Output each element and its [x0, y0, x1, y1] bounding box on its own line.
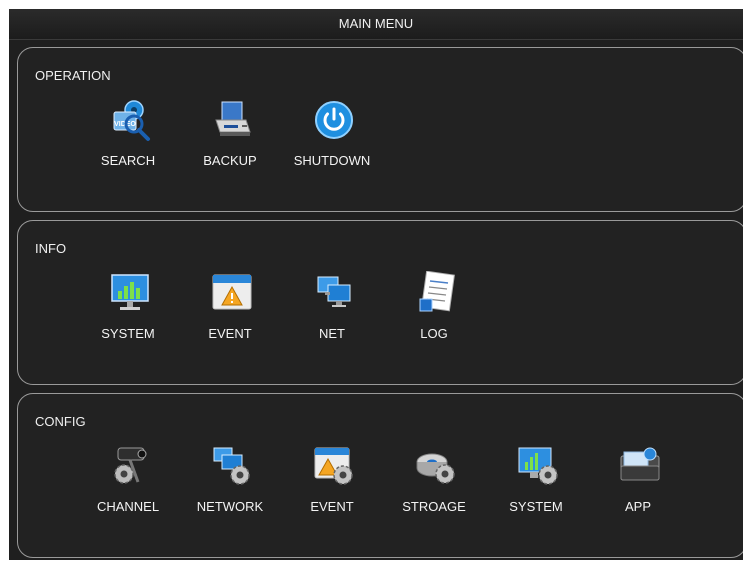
operation-panel-title: OPERATION: [35, 68, 111, 83]
config-panel-title: CONFIG: [35, 414, 86, 429]
network-gear-icon: [210, 444, 254, 488]
config-app-button[interactable]: APP: [588, 444, 688, 522]
power-icon: [312, 98, 356, 142]
config-storage-label: STROAGE: [402, 499, 466, 514]
camera-gear-icon: [108, 444, 152, 488]
shutdown-button[interactable]: SHUTDOWN: [282, 98, 382, 176]
search-label: SEARCH: [100, 153, 156, 168]
info-panel: INFO SYSTEM EVENT NET LOG: [17, 220, 743, 385]
config-channel-button[interactable]: CHANNEL: [78, 444, 178, 522]
operation-panel: OPERATION VIDEO SEARCH BACKUP SHUTDOWN: [17, 47, 743, 212]
config-storage-button[interactable]: STROAGE: [384, 444, 484, 522]
app-folder-icon: [618, 444, 662, 488]
video-search-icon: VIDEO: [108, 98, 152, 142]
info-log-button[interactable]: LOG: [384, 271, 484, 349]
search-button[interactable]: VIDEO SEARCH: [78, 98, 178, 176]
config-system-label: SYSTEM: [509, 499, 563, 514]
config-event-label: EVENT: [310, 499, 354, 514]
event-gear-icon: [312, 444, 356, 488]
config-network-button[interactable]: NETWORK: [180, 444, 280, 522]
config-panel: CONFIG CHANNEL NETWORK EVENT STROAGE SYS…: [17, 393, 743, 558]
network-monitors-icon: [312, 271, 356, 315]
backup-button[interactable]: BACKUP: [180, 98, 280, 176]
shutdown-label: SHUTDOWN: [293, 153, 371, 168]
info-log-label: LOG: [420, 326, 448, 341]
backup-label: BACKUP: [203, 153, 257, 168]
backup-drive-icon: [210, 98, 254, 142]
config-event-button[interactable]: EVENT: [282, 444, 382, 522]
storage-gear-icon: [414, 444, 458, 488]
config-app-label: APP: [624, 499, 651, 514]
config-network-label: NETWORK: [196, 499, 264, 514]
title-bar: MAIN MENU: [9, 9, 743, 40]
info-system-label: SYSTEM: [101, 326, 155, 341]
info-event-label: EVENT: [208, 326, 252, 341]
log-document-icon: [414, 271, 458, 315]
window-title: MAIN MENU: [338, 16, 414, 31]
info-net-button[interactable]: NET: [282, 271, 382, 349]
event-warning-icon: [210, 271, 254, 315]
info-panel-title: INFO: [35, 241, 67, 256]
system-gear-icon: [516, 444, 560, 488]
info-system-button[interactable]: SYSTEM: [78, 271, 178, 349]
system-monitor-icon: [108, 271, 152, 315]
config-channel-label: CHANNEL: [96, 499, 160, 514]
info-net-label: NET: [319, 326, 345, 341]
main-menu-window: MAIN MENU OPERATION VIDEO SEARCH BACKUP …: [9, 9, 743, 560]
config-system-button[interactable]: SYSTEM: [486, 444, 586, 522]
info-event-button[interactable]: EVENT: [180, 271, 280, 349]
